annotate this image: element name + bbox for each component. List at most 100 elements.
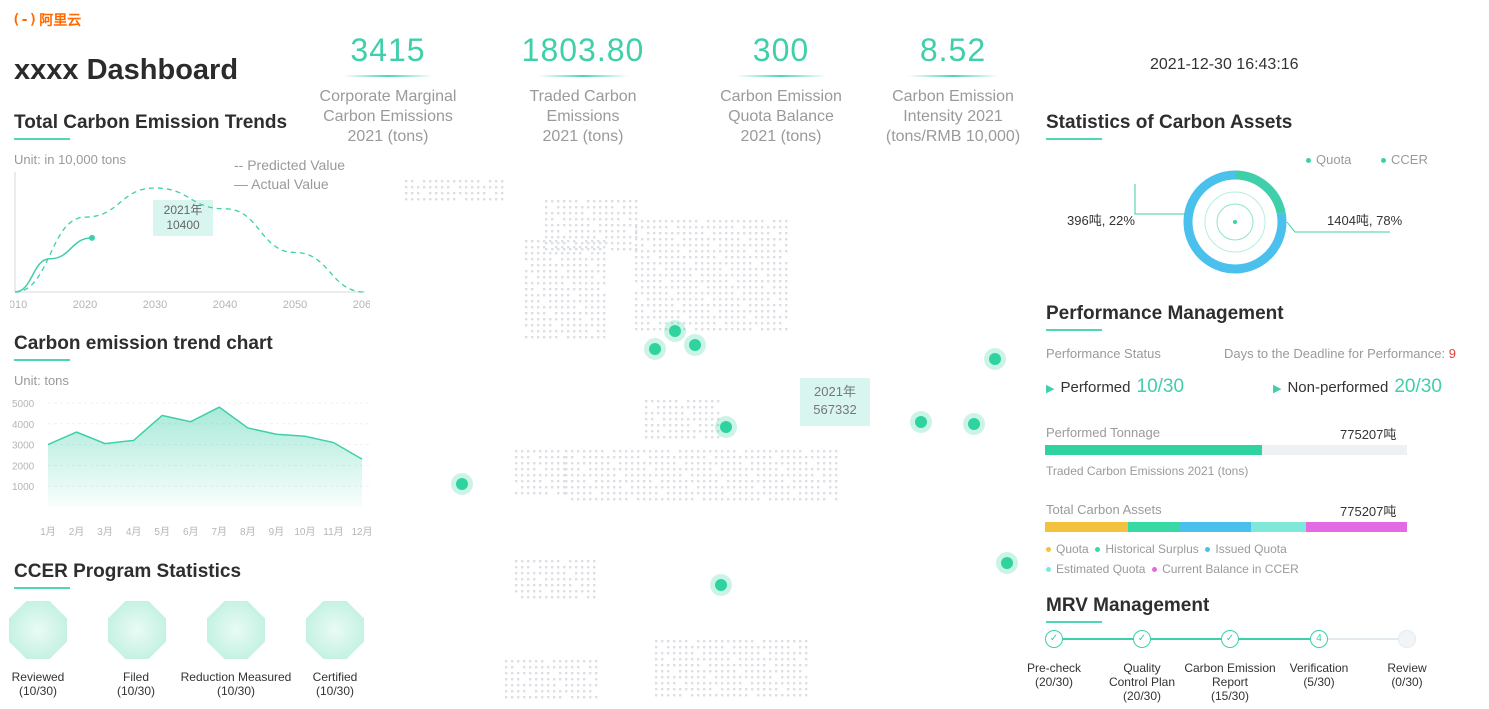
map-dot bbox=[685, 658, 688, 661]
map-dot bbox=[715, 462, 718, 465]
map-dot bbox=[701, 298, 704, 301]
map-dot bbox=[607, 498, 610, 501]
map-dot bbox=[751, 480, 754, 483]
map-dot bbox=[557, 456, 560, 459]
map-dot bbox=[535, 684, 538, 687]
map-dot bbox=[643, 492, 646, 495]
map-marker[interactable] bbox=[456, 478, 468, 490]
map-dot bbox=[477, 180, 480, 183]
map-dot bbox=[755, 310, 758, 313]
map-dot bbox=[589, 474, 592, 477]
map-dot bbox=[749, 274, 752, 277]
map-marker[interactable] bbox=[669, 325, 681, 337]
map-marker[interactable] bbox=[649, 343, 661, 355]
map-dot bbox=[731, 292, 734, 295]
map-dot bbox=[787, 688, 790, 691]
map-dot bbox=[567, 336, 570, 339]
map-dot bbox=[629, 242, 632, 245]
map-dot bbox=[617, 212, 620, 215]
step-4-icon[interactable]: 4 bbox=[1310, 630, 1328, 648]
map-dot bbox=[737, 238, 740, 241]
map-dot bbox=[695, 316, 698, 319]
map-dot bbox=[769, 670, 772, 673]
check-icon[interactable]: ✓ bbox=[1045, 630, 1063, 648]
map-dot bbox=[589, 450, 592, 453]
map-dot bbox=[655, 694, 658, 697]
map-dot bbox=[749, 256, 752, 259]
map-dot bbox=[579, 312, 582, 315]
map-marker[interactable] bbox=[1001, 557, 1013, 569]
map-marker[interactable] bbox=[689, 339, 701, 351]
map-dot bbox=[551, 456, 554, 459]
map-dot bbox=[521, 486, 524, 489]
map-dot bbox=[571, 468, 574, 471]
map-dot bbox=[697, 694, 700, 697]
map-dot bbox=[527, 492, 530, 495]
map-dot bbox=[685, 688, 688, 691]
map-dot bbox=[731, 298, 734, 301]
map-dot bbox=[537, 240, 540, 243]
map-dot bbox=[675, 430, 678, 433]
map-dot bbox=[719, 304, 722, 307]
ccer-filed-badge bbox=[108, 601, 166, 659]
map-dot bbox=[647, 262, 650, 265]
map-dot bbox=[721, 688, 724, 691]
map-marker[interactable] bbox=[720, 421, 732, 433]
map-dot bbox=[557, 242, 560, 245]
map-dot bbox=[683, 286, 686, 289]
map-dot bbox=[573, 324, 576, 327]
map-marker[interactable] bbox=[989, 353, 1001, 365]
map-marker[interactable] bbox=[715, 579, 727, 591]
map-dot bbox=[553, 696, 556, 699]
map-dot bbox=[549, 252, 552, 255]
map-dot bbox=[483, 186, 486, 189]
map-dot bbox=[441, 180, 444, 183]
map-dot bbox=[661, 486, 664, 489]
map-dot bbox=[719, 226, 722, 229]
map-dot bbox=[725, 256, 728, 259]
map-dot bbox=[569, 566, 572, 569]
map-dot bbox=[647, 304, 650, 307]
map-dot bbox=[517, 678, 520, 681]
triangle-right-icon: ▶ bbox=[1273, 383, 1282, 395]
map-dot bbox=[823, 492, 826, 495]
map-dot bbox=[603, 264, 606, 267]
map-dot bbox=[749, 298, 752, 301]
check-icon[interactable]: ✓ bbox=[1221, 630, 1239, 648]
map-dot bbox=[511, 672, 514, 675]
map-dot bbox=[543, 258, 546, 261]
map-dot bbox=[787, 694, 790, 697]
map-dot bbox=[659, 274, 662, 277]
map-dot bbox=[737, 244, 740, 247]
map-dot bbox=[557, 462, 560, 465]
map-dot bbox=[565, 678, 568, 681]
map-dot bbox=[787, 486, 790, 489]
map-dot bbox=[583, 456, 586, 459]
map-dot bbox=[635, 328, 638, 331]
map-dot bbox=[543, 330, 546, 333]
map-marker[interactable] bbox=[915, 416, 927, 428]
logo-text: 阿里云 bbox=[39, 12, 82, 28]
map-dot bbox=[775, 658, 778, 661]
step-5-icon[interactable] bbox=[1398, 630, 1416, 648]
map-dot bbox=[591, 324, 594, 327]
map-dot bbox=[727, 474, 730, 477]
map-dot bbox=[549, 324, 552, 327]
map-dot bbox=[745, 456, 748, 459]
x-tick-label: 2050 bbox=[283, 299, 307, 311]
map-dot bbox=[727, 640, 730, 643]
map-dot bbox=[763, 694, 766, 697]
map-dot bbox=[597, 300, 600, 303]
check-icon[interactable]: ✓ bbox=[1133, 630, 1151, 648]
map-dot bbox=[585, 312, 588, 315]
map-dot bbox=[749, 310, 752, 313]
map-dot bbox=[589, 456, 592, 459]
map-dot bbox=[631, 474, 634, 477]
map-dot bbox=[543, 324, 546, 327]
map-marker[interactable] bbox=[968, 418, 980, 430]
map-dot bbox=[785, 226, 788, 229]
map-dot bbox=[531, 294, 534, 297]
map-dot bbox=[631, 486, 634, 489]
map-dot bbox=[483, 192, 486, 195]
map-dot bbox=[611, 212, 614, 215]
